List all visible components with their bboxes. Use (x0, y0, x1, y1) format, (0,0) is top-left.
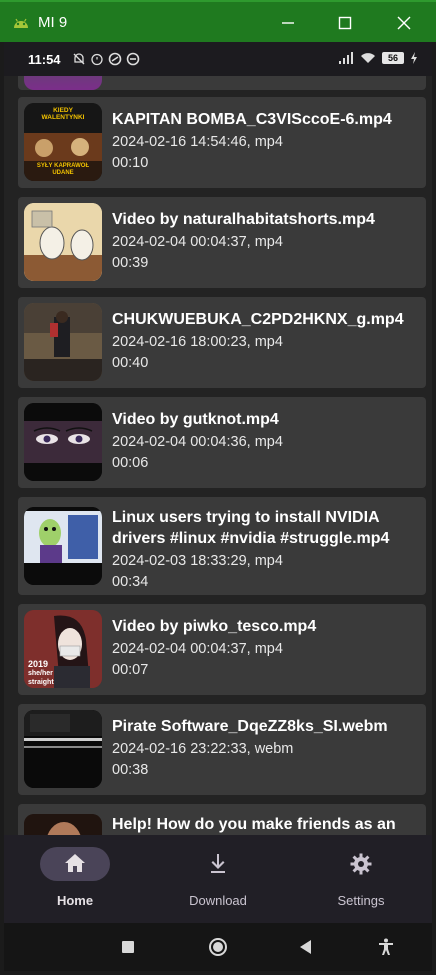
gear-icon (350, 853, 372, 875)
bottom-navigation: Home Download Settings (4, 835, 432, 923)
video-card-partial-top[interactable] (18, 76, 426, 90)
video-date-format: 2024-02-16 18:00:23, mp4 (112, 334, 283, 350)
nav-home[interactable]: Home (4, 835, 146, 923)
video-thumbnail: KIEDY WALENTYNKI SYŁY KAPRAWOŁ UDANE (24, 103, 102, 181)
window-titlebar: MI 9 (0, 0, 436, 42)
status-bar: 11:54 56 (4, 42, 432, 76)
charging-icon (411, 52, 417, 64)
video-title: Video by gutknot.mp4 (112, 411, 279, 428)
video-card[interactable]: Video by naturalhabitatshorts.mp4 2024-0… (18, 197, 426, 288)
video-thumbnail: 2019 she/her straight (24, 610, 102, 688)
video-date-format: 2024-02-03 18:33:29, mp4 (112, 553, 283, 569)
video-duration: 00:06 (112, 455, 149, 471)
video-thumbnail (24, 76, 102, 90)
system-navigation-bar (4, 923, 432, 971)
nav-home-label: Home (56, 893, 94, 908)
thumb-caption: UDANE (52, 170, 74, 176)
video-list[interactable]: KIEDY WALENTYNKI SYŁY KAPRAWOŁ UDANE KAP… (4, 76, 432, 835)
video-duration: 00:38 (112, 762, 149, 778)
phone-screen: 11:54 56 KIEDY WALENTYNKI SYŁY KAPRAWOŁ … (4, 42, 432, 971)
home-button-icon[interactable] (208, 937, 228, 957)
nav-settings-label: Settings (337, 893, 385, 908)
video-card[interactable]: Video by gutknot.mp4 2024-02-04 00:04:36… (18, 397, 426, 488)
video-date-format: 2024-02-16 23:22:33, webm (112, 741, 294, 757)
notification-off-icon (73, 53, 85, 65)
thumb-caption: she/her (28, 670, 53, 677)
maximize-icon[interactable] (331, 9, 359, 37)
video-title: Video by piwko_tesco.mp4 (112, 618, 317, 635)
video-card[interactable]: Help! How do you make friends as an (18, 804, 426, 835)
video-date-format: 2024-02-04 00:04:37, mp4 (112, 641, 283, 657)
video-card[interactable]: Linux users trying to install NVIDIA dri… (18, 497, 426, 595)
nav-settings[interactable]: Settings (290, 835, 432, 923)
video-thumbnail (24, 710, 102, 788)
thumb-caption: 2019 (28, 659, 49, 669)
video-card[interactable]: 2019 she/her straight Video by piwko_tes… (18, 604, 426, 695)
battery-indicator: 56 (382, 52, 404, 64)
thumb-caption: straight (28, 679, 54, 686)
close-icon[interactable] (390, 9, 418, 37)
video-thumbnail (24, 203, 102, 281)
wifi-icon (361, 53, 375, 63)
thumb-caption: SYŁY KAPRAWOŁ (36, 163, 90, 169)
accessibility-icon[interactable] (376, 937, 396, 957)
video-title: Help! How do you make friends as an (112, 816, 396, 833)
signal-icon (339, 52, 353, 64)
video-duration: 00:39 (112, 255, 149, 271)
thumb-caption: KIEDY (53, 107, 73, 114)
video-card[interactable]: KIEDY WALENTYNKI SYŁY KAPRAWOŁ UDANE KAP… (18, 97, 426, 188)
back-icon[interactable] (296, 937, 316, 957)
video-card[interactable]: Pirate Software_DqeZZ8ks_SI.webm 2024-02… (18, 704, 426, 795)
video-thumbnail (24, 814, 102, 835)
video-card[interactable]: CHUKWUEBUKA_C2PD2HKNX_g.mp4 2024-02-16 1… (18, 297, 426, 388)
recents-icon[interactable] (118, 937, 138, 957)
home-icon (65, 854, 85, 872)
download-icon (211, 854, 225, 873)
nav-download-label: Download (189, 893, 247, 908)
window-title: MI 9 (38, 14, 68, 31)
video-title: Linux users trying to install NVIDIA dri… (112, 509, 390, 547)
data-saver-icon (108, 52, 122, 66)
video-duration: 00:34 (112, 574, 149, 590)
video-title: KAPITAN BOMBA_C3VISccoE-6.mp4 (112, 111, 392, 128)
status-time: 11:54 (28, 52, 61, 67)
video-thumbnail (24, 303, 102, 381)
video-date-format: 2024-02-04 00:04:36, mp4 (112, 434, 283, 450)
video-duration: 00:07 (112, 662, 149, 678)
sync-icon (126, 52, 140, 66)
nav-download[interactable]: Download (147, 835, 289, 923)
video-date-format: 2024-02-04 00:04:37, mp4 (112, 234, 283, 250)
video-duration: 00:10 (112, 155, 149, 171)
minimize-icon[interactable] (274, 9, 302, 37)
video-title: CHUKWUEBUKA_C2PD2HKNX_g.mp4 (112, 311, 404, 328)
video-date-format: 2024-02-16 14:54:46, mp4 (112, 134, 283, 150)
video-thumbnail (24, 507, 102, 585)
thumb-caption: WALENTYNKI (41, 114, 85, 121)
video-thumbnail (24, 403, 102, 481)
video-title: Video by naturalhabitatshorts.mp4 (112, 211, 375, 228)
emulator-window: MI 9 11:54 56 KIEDY WALENTYNKI SYŁY KAPR… (0, 0, 436, 975)
android-icon (14, 18, 28, 28)
video-duration: 00:40 (112, 355, 149, 371)
video-title: Pirate Software_DqeZZ8ks_SI.webm (112, 718, 388, 735)
alarm-icon (91, 53, 103, 66)
